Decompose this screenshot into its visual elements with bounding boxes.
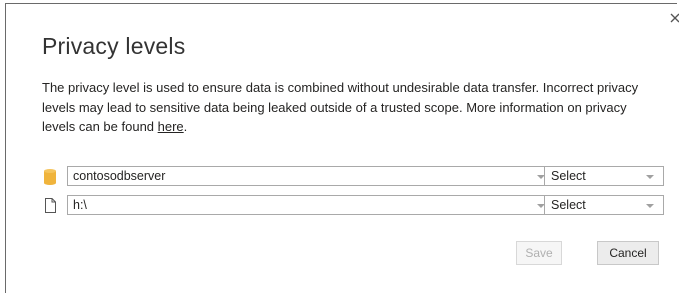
chevron-down-icon [646, 175, 654, 179]
privacy-level-value: Select [551, 198, 586, 212]
privacy-info-link[interactable]: here [158, 119, 184, 134]
data-source-select[interactable]: contosodbserver [67, 166, 563, 186]
database-icon [44, 169, 56, 185]
cancel-button[interactable]: Cancel [597, 241, 659, 265]
privacy-description: The privacy level is used to ensure data… [42, 78, 662, 137]
close-icon[interactable] [667, 10, 679, 26]
file-icon [45, 198, 56, 213]
dialog-title: Privacy levels [42, 33, 186, 59]
data-source-value: h:\ [73, 198, 87, 212]
data-source-select[interactable]: h:\ [67, 195, 563, 215]
chevron-down-icon [646, 204, 654, 208]
privacy-levels-dialog: Privacy levels The privacy level is used… [5, 3, 679, 293]
description-text: The privacy level is used to ensure data… [42, 80, 639, 134]
data-source-value: contosodbserver [73, 169, 166, 183]
save-button[interactable]: Save [516, 241, 562, 265]
privacy-level-select[interactable]: Select [544, 195, 664, 215]
privacy-level-value: Select [551, 169, 586, 183]
description-end: . [183, 119, 188, 134]
privacy-level-select[interactable]: Select [544, 166, 664, 186]
